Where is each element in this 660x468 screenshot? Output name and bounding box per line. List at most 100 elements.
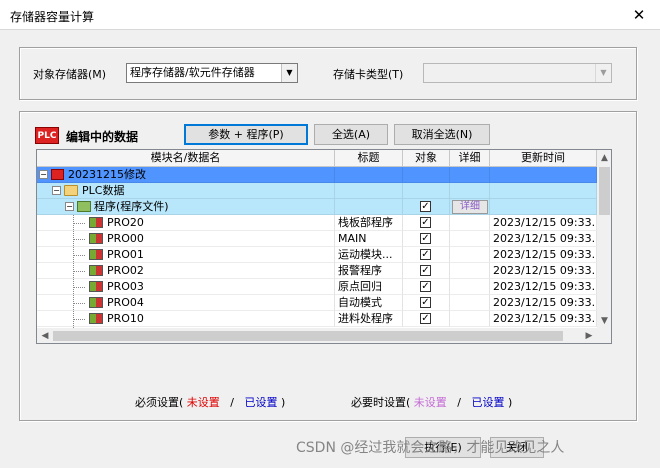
horizontal-scrollbar[interactable]: ◀ ▶ bbox=[37, 328, 597, 343]
target-memory-select[interactable]: 程序存储器/软元件存储器 ▼ bbox=[126, 63, 298, 83]
detail-cell bbox=[450, 263, 490, 279]
required-unset: 未设置 bbox=[186, 396, 220, 409]
tree-connector bbox=[73, 271, 85, 272]
name-cell: − 程序(程序文件) bbox=[37, 199, 335, 215]
name-cell: PRO01 bbox=[37, 247, 335, 263]
detail-cell bbox=[450, 311, 490, 327]
detail-button[interactable]: 详细 bbox=[452, 200, 488, 214]
deselect-all-button[interactable]: 取消全选(N) bbox=[394, 124, 490, 145]
detail-cell: 详细 bbox=[450, 199, 490, 215]
scroll-left-icon[interactable]: ◀ bbox=[37, 328, 53, 343]
target-checkbox[interactable]: ✓ bbox=[420, 201, 431, 212]
collapse-icon[interactable]: − bbox=[39, 170, 48, 179]
grid-header: 模块名/数据名 标题 对象 详细 更新时间 bbox=[37, 150, 597, 167]
target-checkbox[interactable]: ✓ bbox=[420, 217, 431, 228]
scrollbar-corner bbox=[597, 328, 611, 343]
select-all-button[interactable]: 全选(A) bbox=[314, 124, 388, 145]
program-name: PRO03 bbox=[107, 280, 144, 293]
vertical-scrollbar[interactable]: ▲ ▼ bbox=[597, 150, 611, 330]
target-cell bbox=[403, 167, 450, 183]
program-file-name: 程序(程序文件) bbox=[94, 200, 169, 213]
name-cell: − PLC数据 bbox=[37, 183, 335, 199]
target-cell bbox=[403, 183, 450, 199]
title-cell: 栈板部程序 bbox=[335, 215, 403, 231]
chevron-down-icon[interactable]: ▼ bbox=[281, 64, 297, 82]
program-name: PRO20 bbox=[107, 216, 144, 229]
table-row[interactable]: PRO10 进料处程序 ✓ 2023/12/15 09:33... bbox=[37, 311, 597, 327]
target-checkbox[interactable]: ✓ bbox=[420, 249, 431, 260]
collapse-icon[interactable]: − bbox=[52, 186, 61, 195]
program-icon bbox=[89, 217, 103, 228]
time-cell: 2023/12/15 09:33... bbox=[490, 311, 597, 327]
tree-row-program-file[interactable]: − 程序(程序文件) ✓ 详细 bbox=[37, 199, 597, 215]
editing-data-title: 编辑中的数据 bbox=[66, 130, 139, 144]
program-icon bbox=[89, 313, 103, 324]
title-cell: MAIN bbox=[335, 231, 403, 247]
title-cell bbox=[335, 167, 403, 183]
tree-row-project[interactable]: − 20231215修改 bbox=[37, 167, 597, 183]
scroll-thumb[interactable] bbox=[599, 167, 610, 215]
optional-legend: 必要时设置( 未设置 / 已设置 ) bbox=[351, 394, 512, 410]
program-icon bbox=[89, 297, 103, 308]
target-checkbox[interactable]: ✓ bbox=[420, 281, 431, 292]
title-cell bbox=[335, 199, 403, 215]
program-icon bbox=[89, 233, 103, 244]
table-row[interactable]: PRO20 栈板部程序 ✓ 2023/12/15 09:33... bbox=[37, 215, 597, 231]
time-cell: 2023/12/15 09:33... bbox=[490, 295, 597, 311]
name-cell: PRO20 bbox=[37, 215, 335, 231]
project-name: 20231215修改 bbox=[68, 168, 146, 181]
title-cell: 报警程序 bbox=[335, 263, 403, 279]
params-program-button[interactable]: 参数 + 程序(P) bbox=[184, 124, 308, 145]
column-header-target[interactable]: 对象 bbox=[403, 150, 450, 167]
optional-prefix: 必要时设置( bbox=[351, 396, 411, 409]
column-header-update-time[interactable]: 更新时间 bbox=[490, 150, 597, 167]
target-cell: ✓ bbox=[403, 263, 450, 279]
time-cell: 2023/12/15 09:33... bbox=[490, 215, 597, 231]
title-cell: 自动模式 bbox=[335, 295, 403, 311]
program-name: PRO04 bbox=[107, 296, 144, 309]
title-cell: 原点回归 bbox=[335, 279, 403, 295]
time-cell bbox=[490, 183, 597, 199]
detail-cell bbox=[450, 295, 490, 311]
close-icon[interactable]: ✕ bbox=[626, 3, 652, 27]
title-cell: 运动模块... bbox=[335, 247, 403, 263]
scroll-down-icon[interactable]: ▼ bbox=[597, 313, 611, 329]
plc-data-name: PLC数据 bbox=[82, 184, 125, 197]
column-header-detail[interactable]: 详细 bbox=[450, 150, 490, 167]
detail-cell bbox=[450, 247, 490, 263]
table-row[interactable]: PRO00 MAIN ✓ 2023/12/15 09:33... bbox=[37, 231, 597, 247]
card-type-select: ▼ bbox=[423, 63, 612, 83]
target-cell: ✓ bbox=[403, 311, 450, 327]
program-icon bbox=[89, 265, 103, 276]
column-header-name[interactable]: 模块名/数据名 bbox=[37, 150, 335, 167]
program-name: PRO10 bbox=[107, 312, 144, 325]
scroll-thumb[interactable] bbox=[53, 331, 563, 341]
tree-row-plc-data[interactable]: − PLC数据 bbox=[37, 183, 597, 199]
table-row[interactable]: PRO01 运动模块... ✓ 2023/12/15 09:33... bbox=[37, 247, 597, 263]
table-row[interactable]: PRO02 报警程序 ✓ 2023/12/15 09:33... bbox=[37, 263, 597, 279]
window-title: 存储器容量计算 bbox=[10, 10, 95, 24]
time-cell: 2023/12/15 09:33... bbox=[490, 279, 597, 295]
collapse-icon[interactable]: − bbox=[65, 202, 74, 211]
target-cell: ✓ bbox=[403, 199, 450, 215]
name-cell: PRO10 bbox=[37, 311, 335, 327]
program-name: PRO00 bbox=[107, 232, 144, 245]
scroll-right-icon[interactable]: ▶ bbox=[581, 328, 597, 343]
table-row[interactable]: PRO04 自动模式 ✓ 2023/12/15 09:33... bbox=[37, 295, 597, 311]
column-header-title[interactable]: 标题 bbox=[335, 150, 403, 167]
target-checkbox[interactable]: ✓ bbox=[420, 233, 431, 244]
legend-sep: / bbox=[457, 396, 462, 409]
data-grid[interactable]: 模块名/数据名 标题 对象 详细 更新时间 − 20231215修改 − PLC… bbox=[36, 149, 612, 344]
plc-edit-icon: PLC bbox=[35, 127, 59, 144]
required-set: 已设置 bbox=[244, 396, 278, 409]
table-row[interactable]: PRO03 原点回归 ✓ 2023/12/15 09:33... bbox=[37, 279, 597, 295]
program-name: PRO01 bbox=[107, 248, 144, 261]
target-checkbox[interactable]: ✓ bbox=[420, 297, 431, 308]
target-memory-value: 程序存储器/软元件存储器 bbox=[130, 66, 255, 79]
time-cell: 2023/12/15 09:33... bbox=[490, 263, 597, 279]
scroll-up-icon[interactable]: ▲ bbox=[597, 150, 611, 166]
target-checkbox[interactable]: ✓ bbox=[420, 265, 431, 276]
name-cell: PRO02 bbox=[37, 263, 335, 279]
target-checkbox[interactable]: ✓ bbox=[420, 313, 431, 324]
card-type-label: 存储卡类型(T) bbox=[333, 68, 404, 81]
